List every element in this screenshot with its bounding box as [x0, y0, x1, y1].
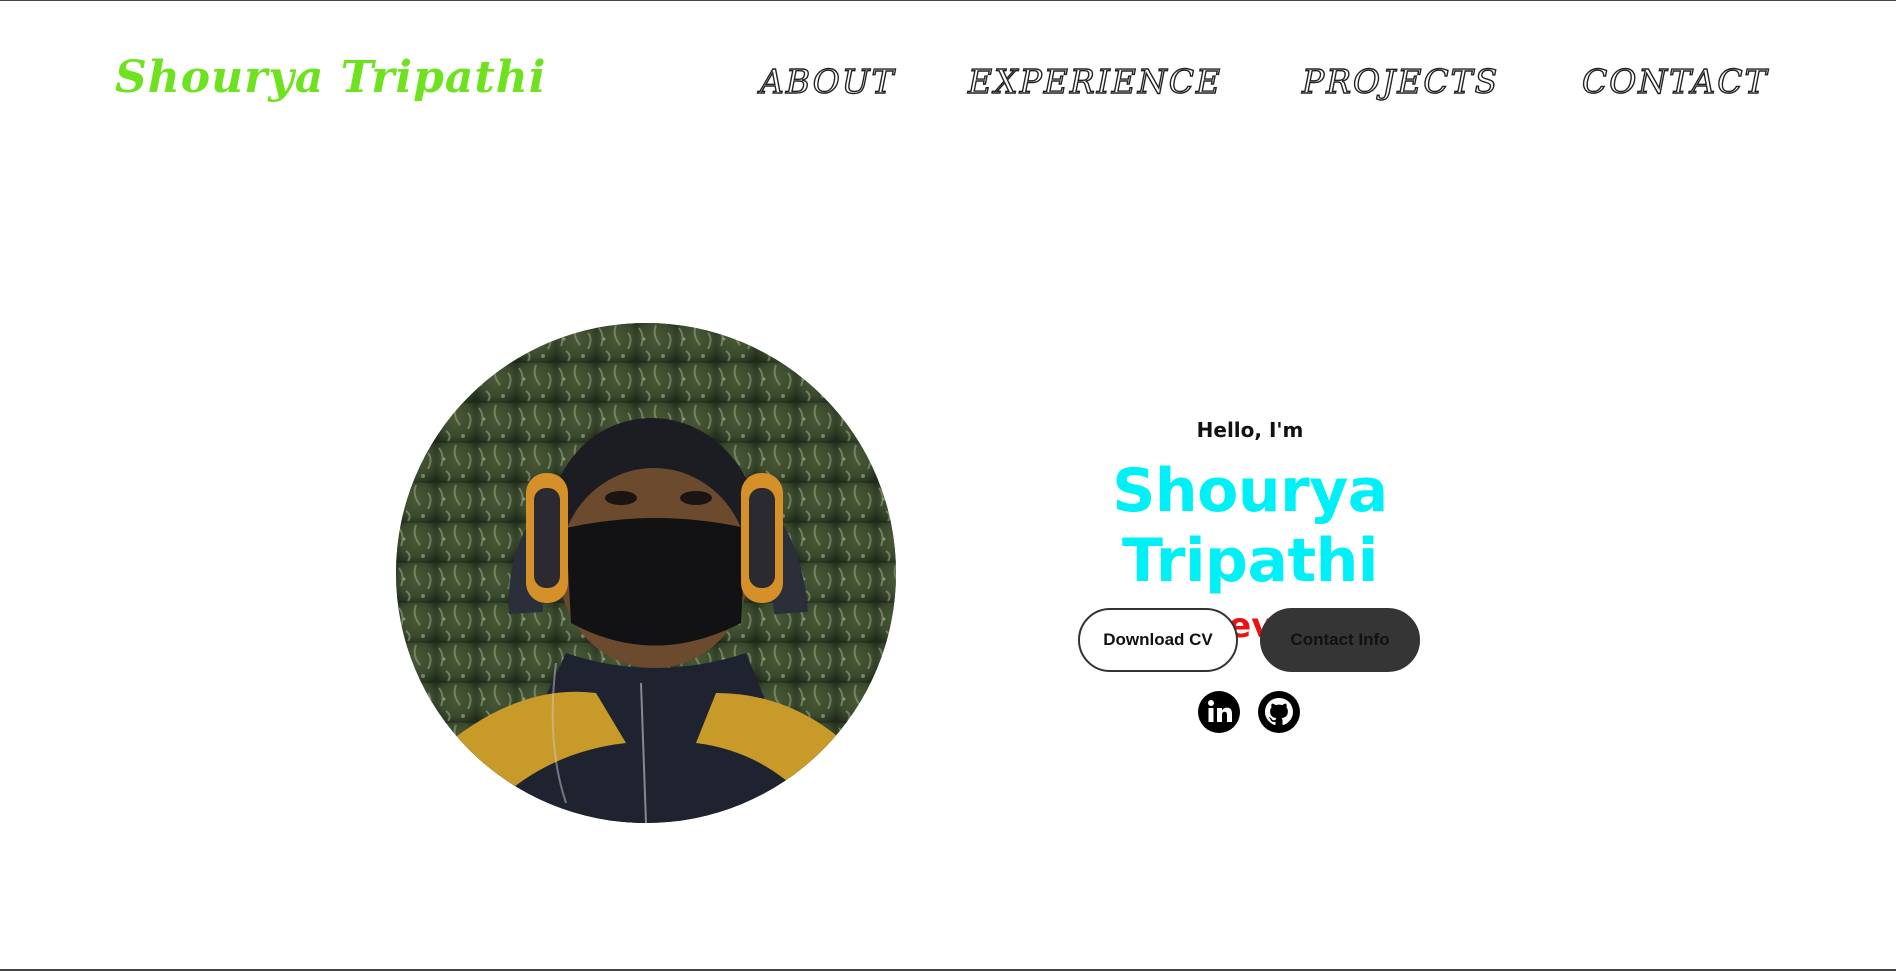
hero-name: Shourya Tripathi: [1112, 456, 1388, 596]
github-icon[interactable]: [1257, 690, 1301, 734]
profile-photo-illustration: [396, 323, 896, 823]
profile-picture: [396, 323, 896, 823]
top-border: [0, 0, 1896, 1]
contact-info-button[interactable]: Contact Info: [1260, 608, 1420, 672]
download-cv-button[interactable]: Download CV: [1078, 608, 1238, 672]
nav-link-contact[interactable]: CONTACT: [1581, 61, 1768, 101]
social-links: [1197, 690, 1303, 734]
hero-buttons: Download CV Contact Info: [1078, 608, 1420, 672]
nav-link-experience[interactable]: EXPERIENCE: [967, 61, 1222, 101]
main-nav: ABOUT EXPERIENCE PROJECTS CONTACT: [0, 61, 1896, 106]
greeting-text: Hello, I'm: [1196, 418, 1304, 442]
nav-link-about[interactable]: ABOUT: [759, 61, 896, 101]
linkedin-icon[interactable]: [1197, 690, 1241, 734]
nav-link-projects[interactable]: PROJECTS: [1301, 61, 1499, 101]
